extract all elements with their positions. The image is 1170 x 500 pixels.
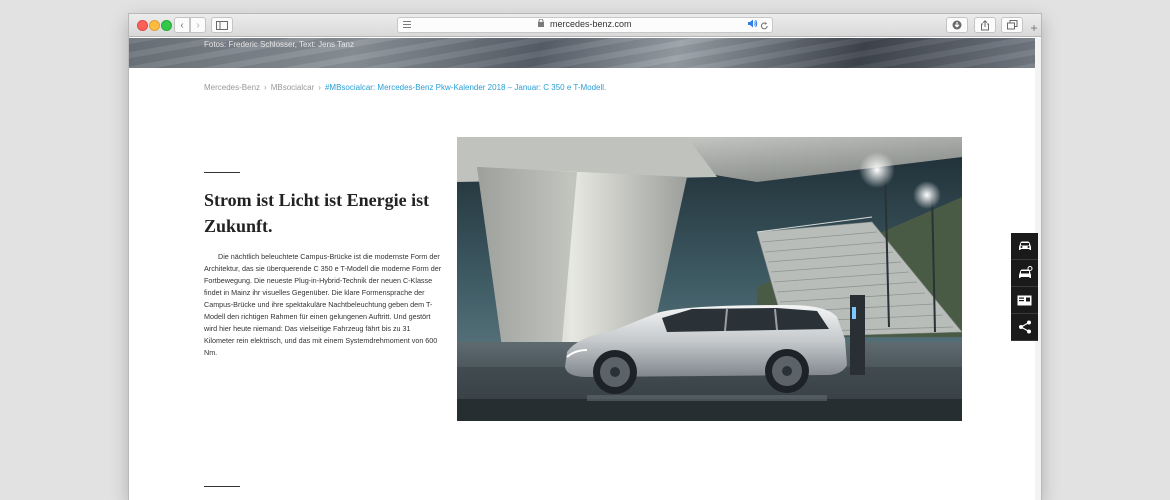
zoom-window-button[interactable] xyxy=(161,20,172,31)
chevron-left-icon: ‹ xyxy=(180,19,184,31)
address-bar[interactable]: mercedes-benz.com xyxy=(397,17,773,33)
download-icon xyxy=(952,20,962,30)
car-configurator-button[interactable] xyxy=(1011,260,1038,287)
car-photo-illustration xyxy=(457,137,962,421)
car-photo xyxy=(457,137,962,421)
lock-icon xyxy=(538,19,545,27)
section-divider xyxy=(204,486,240,487)
sidebar-icon xyxy=(216,20,228,30)
tabs-icon xyxy=(1006,20,1017,30)
car-configure-icon xyxy=(1018,266,1032,278)
breadcrumb-separator: › xyxy=(318,83,321,92)
dealer-card-icon xyxy=(1017,295,1032,305)
browser-toolbar: ‹ › mercedes-benz.com + xyxy=(129,14,1041,37)
breadcrumb: Mercedes-Benz › MBsocialcar › #MBsocialcar: … xyxy=(204,83,606,92)
reload-icon[interactable] xyxy=(760,21,769,31)
breadcrumb-current[interactable]: #MBsocialcar: Mercedes-Benz Pkw-Kalender… xyxy=(325,83,606,92)
tab-overview-button[interactable] xyxy=(1001,17,1023,33)
article-body: Die nächtlich beleuchtete Campus-Brücke … xyxy=(204,252,442,357)
car-icon xyxy=(1018,241,1031,250)
side-tools-bar xyxy=(1011,233,1038,341)
car-models-button[interactable] xyxy=(1011,233,1038,260)
new-tab-button[interactable]: + xyxy=(1027,22,1041,36)
breadcrumb-item-mercedes-benz[interactable]: Mercedes-Benz xyxy=(204,83,260,92)
url-text: mercedes-benz.com xyxy=(549,19,632,29)
dealer-contact-button[interactable] xyxy=(1011,287,1038,314)
chevron-right-icon: › xyxy=(196,19,200,31)
share-page-button[interactable] xyxy=(1011,314,1038,341)
close-window-button[interactable] xyxy=(137,20,148,31)
forward-button[interactable]: › xyxy=(190,17,206,33)
downloads-button[interactable] xyxy=(946,17,968,33)
section-divider xyxy=(204,172,240,173)
hero-image: Fotos: Frederic Schlosser, Text: Jens Ta… xyxy=(129,38,1041,68)
sidebar-toggle-button[interactable] xyxy=(211,17,233,33)
browser-window: ‹ › mercedes-benz.com + Fotos: Frederic … xyxy=(129,14,1041,500)
photo-credit: Fotos: Frederic Schlosser, Text: Jens Ta… xyxy=(204,40,354,49)
speaker-icon[interactable] xyxy=(748,19,758,28)
breadcrumb-item-mbsocialcar[interactable]: MBsocialcar xyxy=(271,83,315,92)
breadcrumb-separator: › xyxy=(264,83,267,92)
share-icon xyxy=(981,19,989,30)
article-headline: Strom ist Licht ist Energie ist Zukunft. xyxy=(204,190,430,236)
share-icon xyxy=(1018,320,1031,334)
share-button[interactable] xyxy=(974,17,996,33)
back-button[interactable]: ‹ xyxy=(174,17,190,33)
minimize-window-button[interactable] xyxy=(149,20,160,31)
